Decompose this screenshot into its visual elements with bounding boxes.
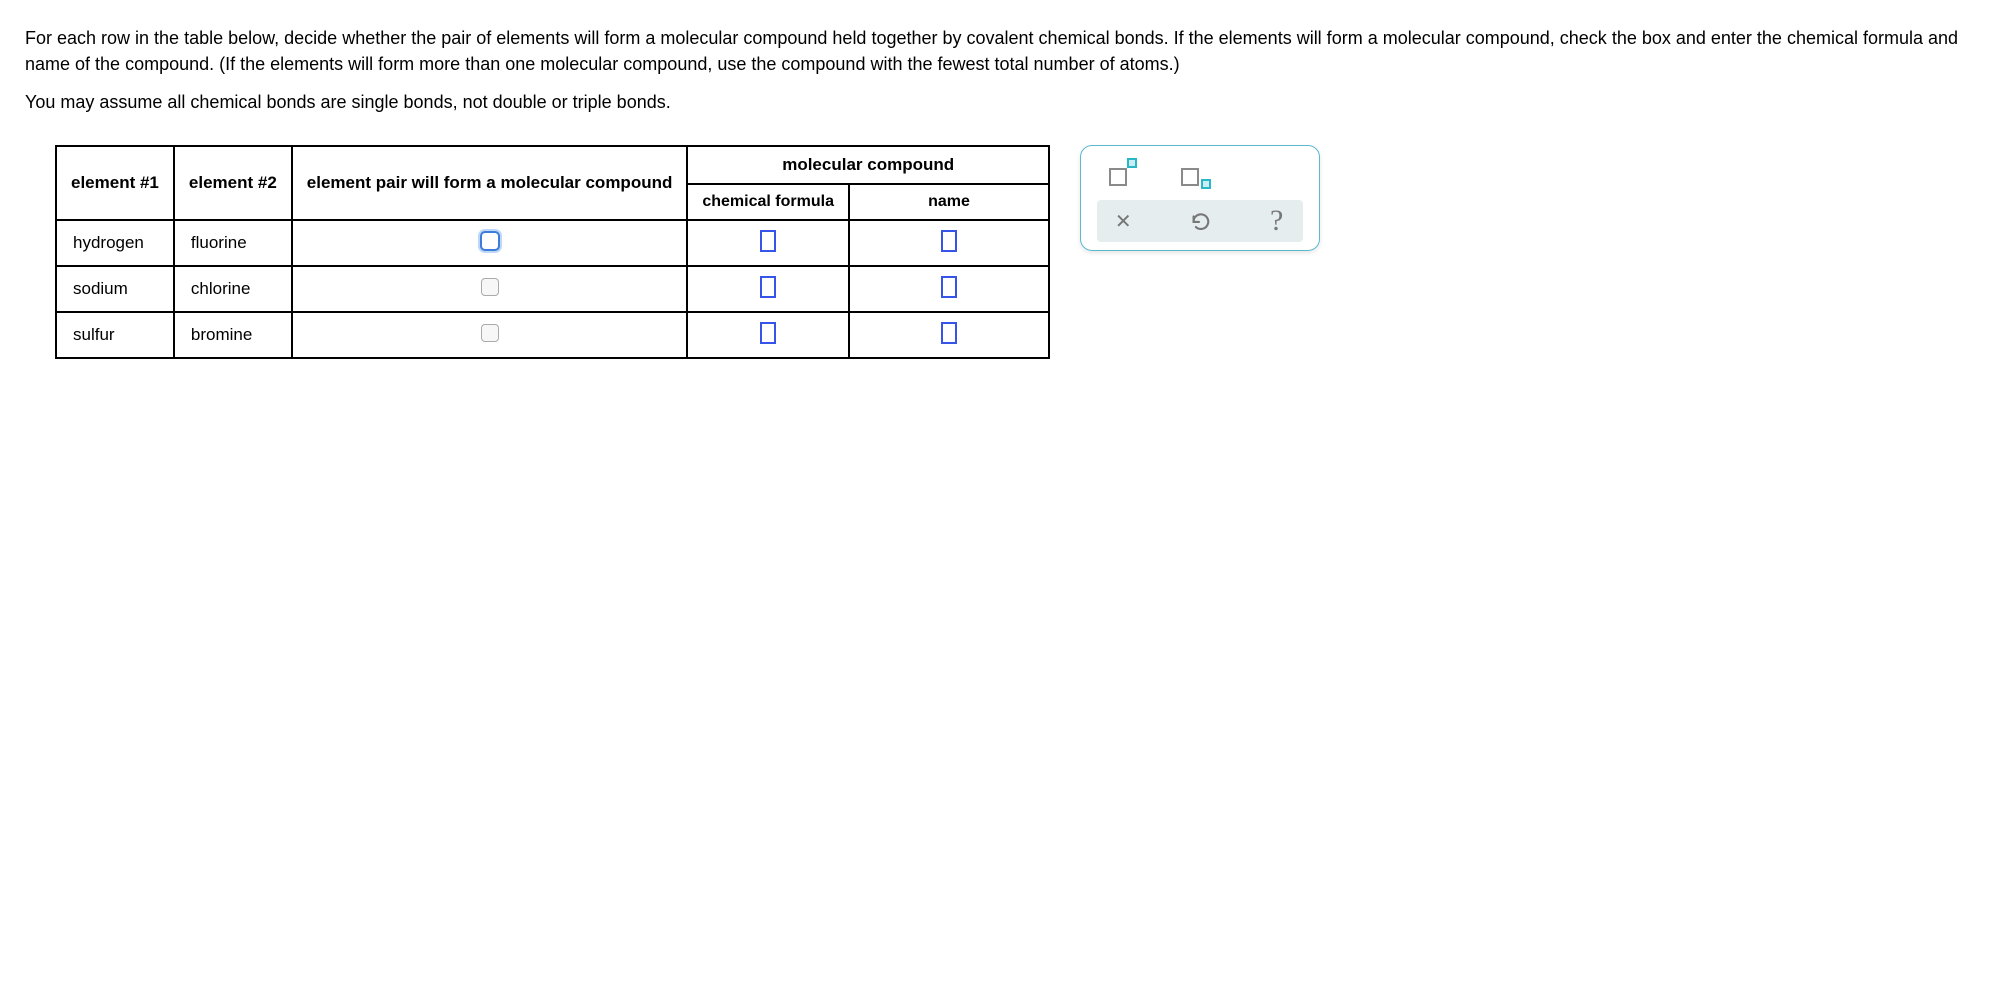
table-row: hydrogen fluorine	[56, 220, 1049, 266]
row3-formula-input[interactable]	[760, 322, 776, 344]
row1-name-input[interactable]	[941, 230, 957, 252]
toolbox	[1080, 145, 1320, 251]
row3-element2: bromine	[174, 312, 292, 358]
close-button[interactable]	[1109, 208, 1138, 234]
superscript-button[interactable]	[1107, 160, 1139, 188]
row1-element1: hydrogen	[56, 220, 174, 266]
instruction-text-2: You may assume all chemical bonds are si…	[25, 89, 1989, 115]
row2-element1: sodium	[56, 266, 174, 312]
undo-button[interactable]	[1186, 208, 1215, 234]
table-row: sulfur bromine	[56, 312, 1049, 358]
row1-element2: fluorine	[174, 220, 292, 266]
row3-element1: sulfur	[56, 312, 174, 358]
row2-formula-input[interactable]	[760, 276, 776, 298]
header-will-form: element pair will form a molecular compo…	[292, 146, 688, 220]
row2-name-input[interactable]	[941, 276, 957, 298]
row1-formula-input[interactable]	[760, 230, 776, 252]
subscript-button[interactable]	[1179, 160, 1211, 188]
compound-table: element #1 element #2 element pair will …	[55, 145, 1050, 359]
instruction-text-1: For each row in the table below, decide …	[25, 25, 1989, 77]
help-button[interactable]	[1262, 208, 1291, 234]
header-element-2: element #2	[174, 146, 292, 220]
row3-checkbox[interactable]	[481, 324, 499, 342]
header-molecular-compound: molecular compound	[687, 146, 1049, 184]
table-row: sodium chlorine	[56, 266, 1049, 312]
row2-checkbox[interactable]	[481, 278, 499, 296]
row1-checkbox[interactable]	[480, 231, 500, 251]
header-element-1: element #1	[56, 146, 174, 220]
row2-element2: chlorine	[174, 266, 292, 312]
header-formula: chemical formula	[687, 184, 849, 220]
header-name: name	[849, 184, 1049, 220]
row3-name-input[interactable]	[941, 322, 957, 344]
